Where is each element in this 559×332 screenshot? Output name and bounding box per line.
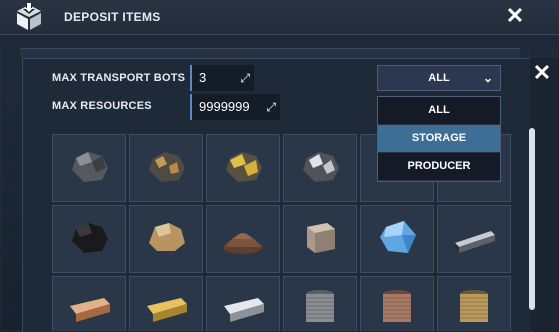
gold-ingot-item[interactable] (129, 276, 203, 331)
pile-brown-icon (220, 217, 266, 262)
close-window-button[interactable]: ✕ (504, 5, 526, 27)
stone-block-item[interactable] (283, 205, 357, 273)
rock-black-icon (66, 217, 112, 262)
spool-gold-icon (451, 288, 497, 332)
max-transport-bots-label: MAX TRANSPORT BOTS (52, 72, 186, 84)
deposit-box-icon (10, 0, 48, 34)
filter-option-storage[interactable]: STORAGE (378, 125, 500, 153)
filter-option-all[interactable]: ALL (378, 97, 500, 125)
gold-wire-spool-item[interactable] (437, 276, 511, 331)
filter-option-producer[interactable]: PRODUCER (378, 153, 500, 181)
copper-ingot-item[interactable] (52, 276, 126, 331)
spool-grey-icon (297, 288, 343, 332)
rock-gold-icon (220, 146, 266, 191)
scrollbar[interactable] (529, 128, 535, 310)
coal-item[interactable] (52, 205, 126, 273)
iron-ore-item[interactable] (283, 134, 357, 202)
block-beige-icon (297, 217, 343, 262)
filter-menu: ALL STORAGE PRODUCER (377, 96, 501, 182)
expand-icon[interactable]: ⤢ (240, 65, 250, 91)
ingot-copper-icon (66, 288, 112, 332)
bar-steel-icon (451, 217, 497, 262)
max-resources-value: 9999999 (199, 99, 250, 114)
gold-ore-item[interactable] (206, 134, 280, 202)
copper-wire-spool-item[interactable] (360, 276, 434, 331)
rock-silver-icon (297, 146, 343, 191)
max-resources-label: MAX RESOURCES (52, 100, 152, 112)
header-strip (0, 36, 559, 46)
ice-block-item[interactable] (360, 205, 434, 273)
rock-tan-icon (143, 217, 189, 262)
silver-ingot-item[interactable] (206, 276, 280, 331)
ingot-gold-icon (143, 288, 189, 332)
sand-rock-item[interactable] (129, 205, 203, 273)
window-title: DEPOSIT ITEMS (64, 10, 161, 24)
expand-icon[interactable]: ⤢ (266, 94, 276, 120)
close-filter-button[interactable]: ✕ (531, 62, 553, 84)
rock-copper-icon (143, 146, 189, 191)
crystal-blue-icon (374, 217, 420, 262)
title-bar: DEPOSIT ITEMS ✕ (0, 0, 559, 35)
spool-copper-icon (374, 288, 420, 332)
rock-dark-grey-icon (66, 146, 112, 191)
filter-dropdown[interactable]: ALL ⌄ (377, 65, 501, 91)
iron-wire-spool-item[interactable] (283, 276, 357, 331)
ingot-silver-icon (220, 288, 266, 332)
coal-ore-item[interactable] (52, 134, 126, 202)
max-resources-input[interactable]: 9999999 ⤢ (190, 94, 280, 120)
copper-ore-item[interactable] (129, 134, 203, 202)
chevron-down-icon: ⌄ (482, 71, 493, 85)
dirt-pile-item[interactable] (206, 205, 280, 273)
max-transport-bots-value: 3 (199, 70, 207, 85)
max-transport-bots-input[interactable]: 3 ⤢ (190, 65, 254, 91)
steel-bar-item[interactable] (437, 205, 511, 273)
filter-selected-label: ALL (428, 72, 450, 84)
